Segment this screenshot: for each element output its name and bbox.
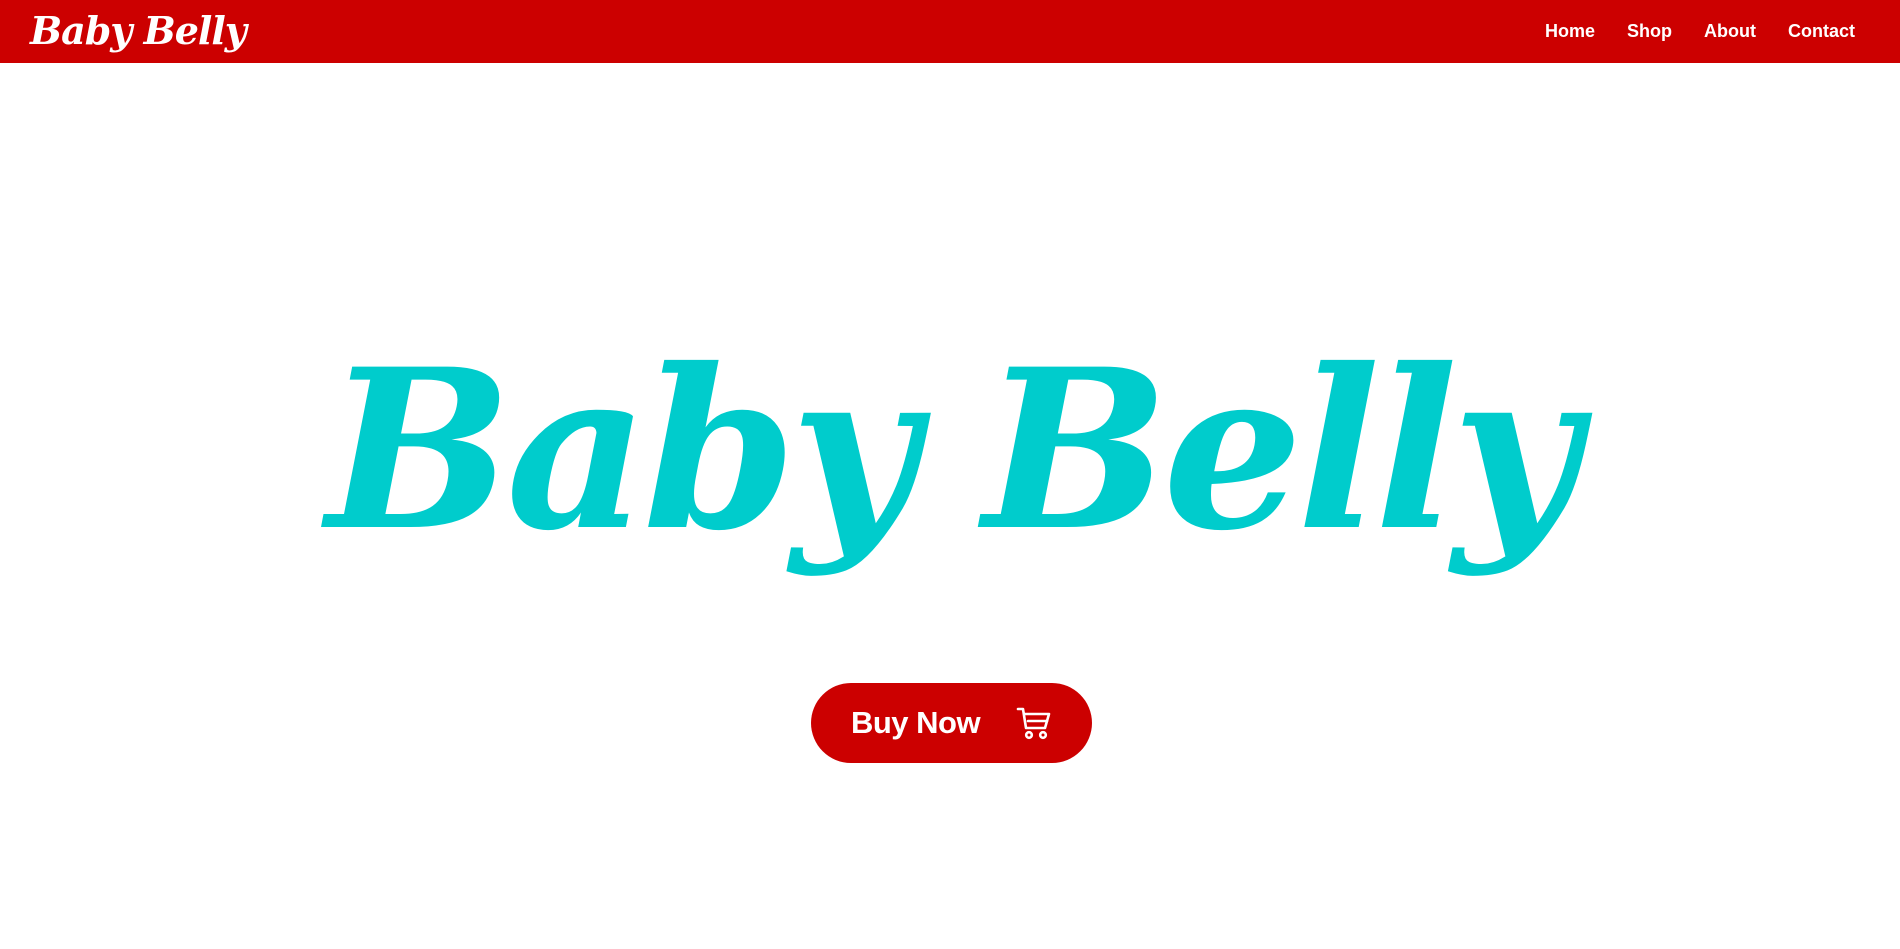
buy-now-label: Buy Now — [850, 705, 981, 740]
shopping-cart-icon — [1016, 705, 1052, 741]
nav-home-link[interactable]: Home — [1545, 21, 1595, 42]
top-navbar: Baby Belly Home Shop About Contact — [0, 0, 1900, 63]
buy-now-button[interactable]: Buy Now — [811, 683, 1092, 763]
nav-shop-link[interactable]: Shop — [1627, 21, 1672, 42]
logo[interactable]: Baby Belly — [30, 6, 247, 56]
nav-contact-link[interactable]: Contact — [1788, 21, 1855, 42]
hero-title: Baby Belly — [326, 320, 1580, 579]
nav-about-link[interactable]: About — [1704, 21, 1756, 42]
main-nav: Home Shop About Contact — [1545, 0, 1855, 63]
